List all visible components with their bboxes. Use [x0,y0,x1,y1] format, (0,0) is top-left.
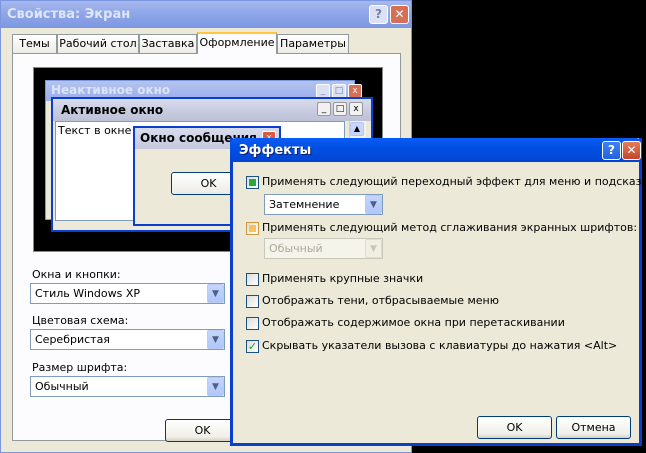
window-title: Свойства: Экран [7,7,131,22]
close-icon: ✕ [394,7,405,21]
tab-settings[interactable]: Параметры [277,34,349,53]
windows-buttons-label: Окна и кнопки: [32,268,121,281]
tab-desktop[interactable]: Рабочий стол [57,34,139,53]
chevron-down-icon[interactable]: ▼ [207,330,224,349]
chevron-down-icon[interactable]: ▼ [365,195,382,214]
font-smoothing-select: Обычный ▼ [264,238,383,259]
title-bar[interactable]: Свойства: Экран ? ✕ [1,1,411,28]
chevron-down-icon[interactable]: ▼ [207,284,224,303]
scroll-up-icon: ▲ [350,122,364,136]
hide-keyboard-cues-label: Скрывать указатели вызова с клавиатуры д… [262,339,618,352]
effects-title-bar[interactable]: Эффекты ? ✕ [230,138,642,162]
minimize-icon: _ [317,102,331,116]
color-scheme-select[interactable]: Серебристая ▼ [30,329,225,350]
drag-contents-checkbox[interactable] [246,317,259,330]
minimize-icon: _ [316,84,330,98]
tab-appearance[interactable]: Оформление [197,32,277,54]
font-smoothing-label: Применять следующий метод сглаживания эк… [262,221,638,234]
menu-shadows-label: Отображать тени, отбрасываемые меню [262,294,499,307]
chevron-down-icon: ▼ [365,239,382,258]
transition-effect-value: Затемнение [269,198,340,211]
effects-dialog: Эффекты ? ✕ Применять следующий переходн… [230,138,646,446]
preview-window-text: Текст в окне [58,124,132,137]
maximize-icon: □ [333,102,347,116]
maximize-icon: □ [332,84,346,98]
cancel-button[interactable]: Отмена [556,416,631,439]
font-smoothing-checkbox[interactable] [246,222,259,235]
preview-inactive-title: Неактивное окно [51,83,171,97]
close-icon: ✕ [626,143,637,157]
checkmark-icon: ✓ [247,340,258,353]
large-icons-checkbox[interactable] [246,273,259,286]
hide-keyboard-cues-checkbox[interactable]: ✓ [246,340,259,353]
tab-screensaver[interactable]: Заставка [139,34,197,53]
preview-active-title: Активное окно [61,103,164,117]
transition-effect-checkbox[interactable] [246,176,259,189]
chevron-down-icon[interactable]: ▼ [207,377,224,396]
close-button[interactable]: ✕ [390,5,409,24]
close-button[interactable]: ✕ [622,141,641,160]
ok-button[interactable]: OK [477,416,552,439]
transition-effect-select[interactable]: Затемнение ▼ [264,194,383,215]
ok-button[interactable]: OK [165,419,240,442]
tab-themes[interactable]: Темы [12,34,57,53]
font-size-select[interactable]: Обычный ▼ [30,376,225,397]
font-size-label: Размер шрифта: [32,361,128,374]
font-smoothing-value: Обычный [269,242,323,255]
windows-buttons-select[interactable]: Стиль Windows XP ▼ [30,283,225,304]
color-scheme-label: Цветовая схема: [32,314,129,327]
font-size-value: Обычный [35,380,89,393]
effects-title: Эффекты [239,143,312,158]
drag-contents-label: Отображать содержимое окна при перетаски… [262,316,565,329]
menu-shadows-checkbox[interactable] [246,295,259,308]
help-button[interactable]: ? [369,5,388,24]
large-icons-label: Применять крупные значки [262,272,424,285]
close-icon: x [348,84,362,98]
windows-buttons-value: Стиль Windows XP [35,287,141,300]
help-button[interactable]: ? [602,141,621,160]
transition-effect-label: Применять следующий переходный эффект дл… [262,175,646,188]
color-scheme-value: Серебристая [35,333,110,346]
close-icon: x [349,102,363,116]
preview-active-titlebar: Активное окно _ □ x [53,99,371,121]
